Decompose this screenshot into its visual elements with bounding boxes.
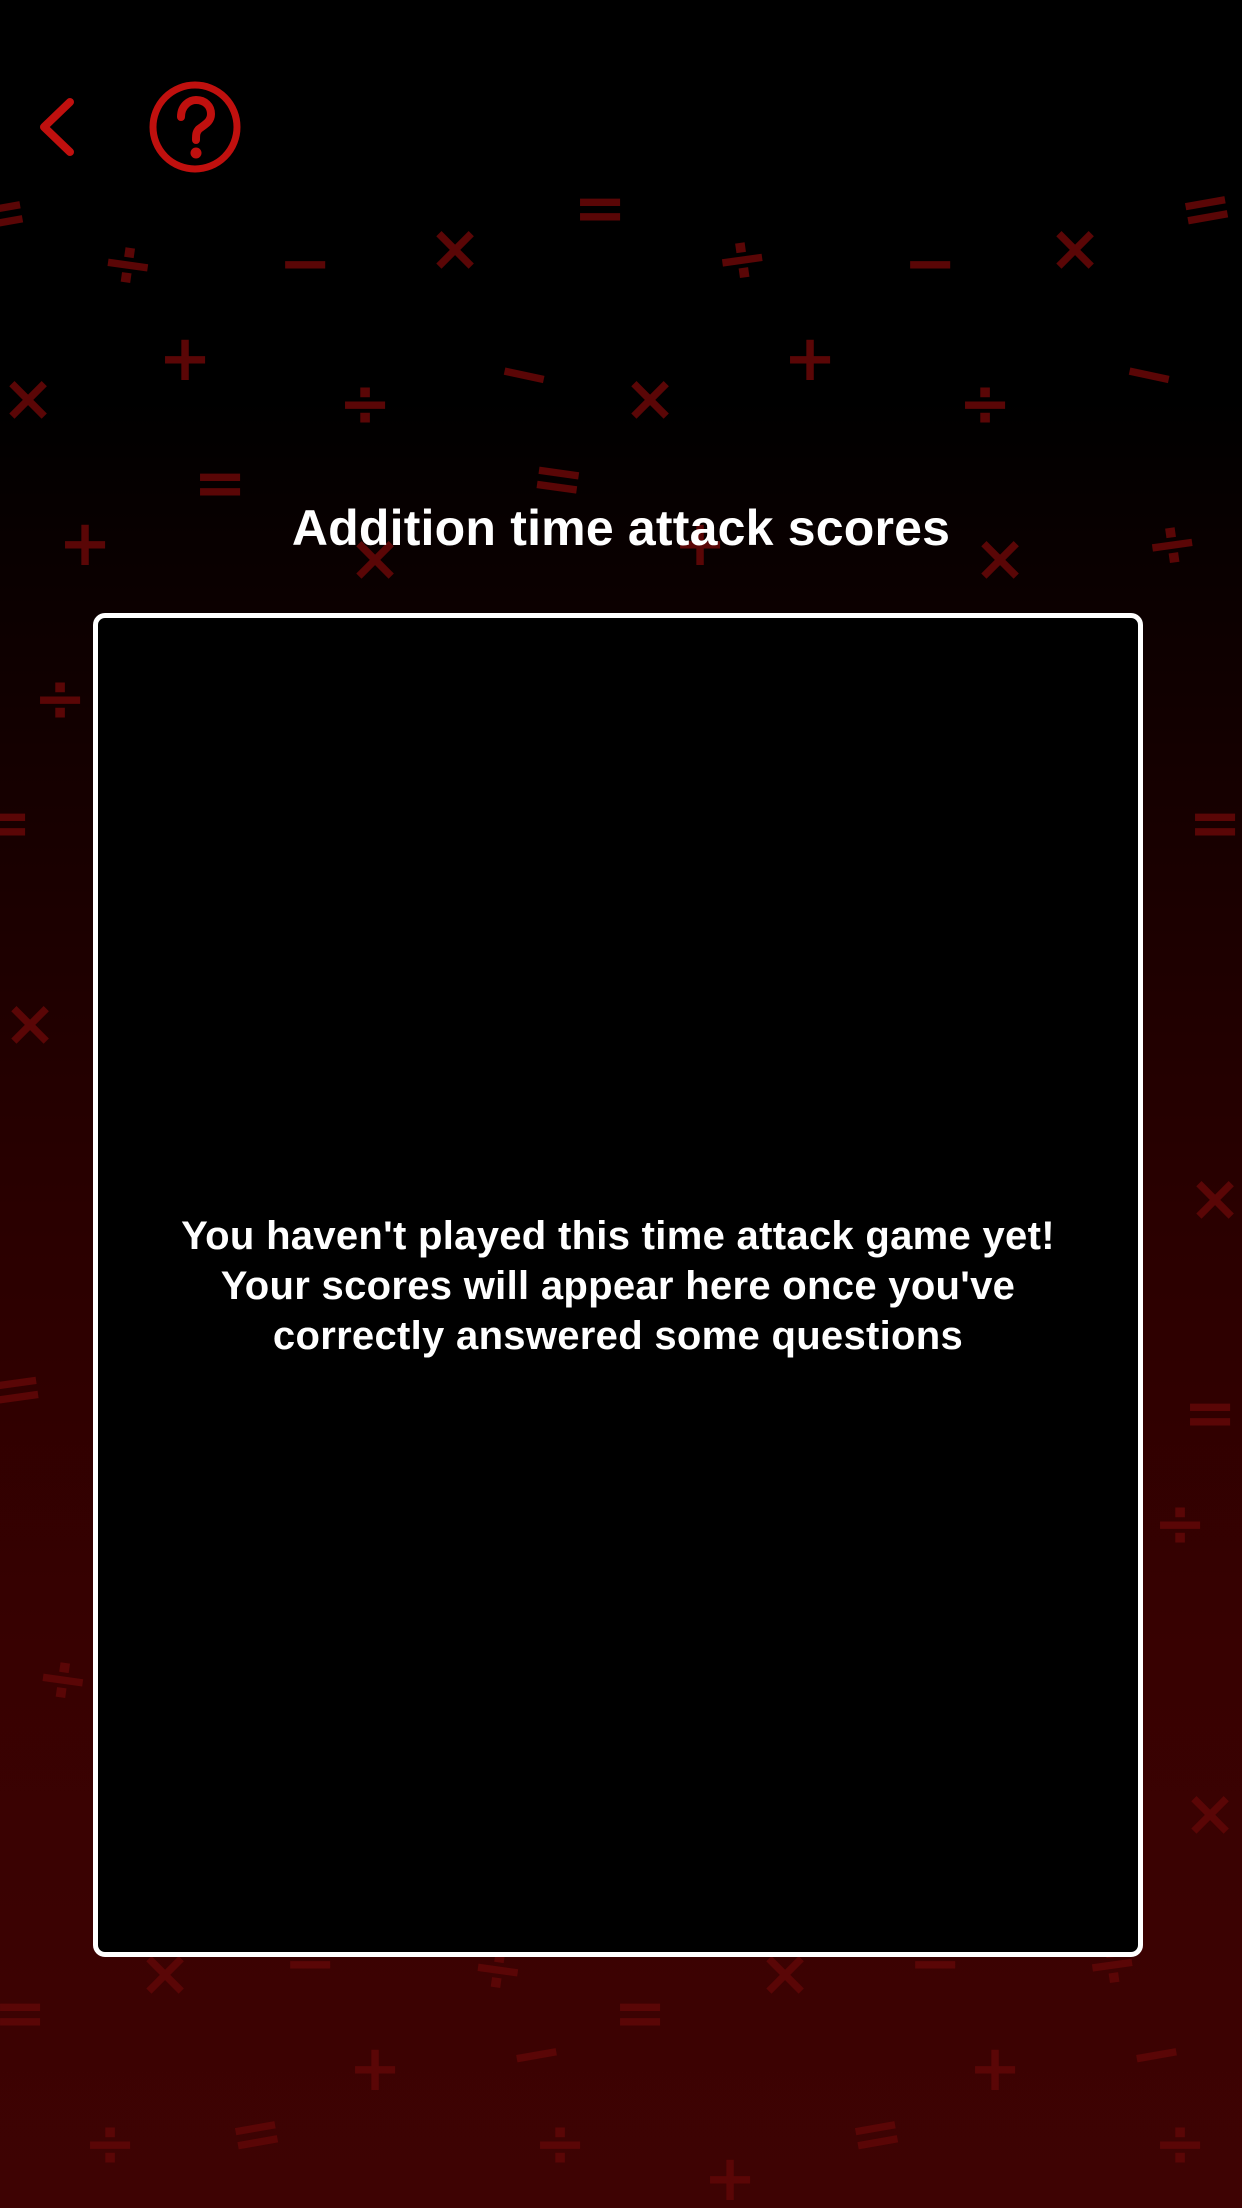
math-symbol: − xyxy=(504,2013,570,2095)
math-symbol: = xyxy=(613,1977,667,2051)
math-symbol: × xyxy=(1048,212,1102,286)
math-symbol: = xyxy=(1183,1377,1237,1451)
math-symbol: − xyxy=(490,333,558,417)
scores-panel: You haven't played this time attack game… xyxy=(93,613,1143,1957)
math-symbol: + xyxy=(968,2032,1022,2106)
math-symbol: ÷ xyxy=(33,662,87,736)
math-symbol: − xyxy=(1115,333,1183,417)
math-symbol: ÷ xyxy=(710,219,773,300)
math-symbol: + xyxy=(348,2032,402,2106)
math-symbol: ÷ xyxy=(1153,1487,1207,1561)
question-circle-icon xyxy=(149,81,241,173)
math-symbol: − xyxy=(903,227,957,301)
math-symbol: = xyxy=(224,2093,290,2175)
math-symbol: = xyxy=(1174,168,1240,250)
math-symbol: = xyxy=(844,2093,910,2175)
help-button[interactable] xyxy=(148,80,242,174)
math-symbol: ÷ xyxy=(31,1639,94,1720)
math-symbol: + xyxy=(783,322,837,396)
math-symbol: = xyxy=(0,173,34,255)
math-symbol: = xyxy=(0,1977,47,2051)
empty-scores-message: You haven't played this time attack game… xyxy=(181,1214,1055,1358)
math-symbol: × xyxy=(428,212,482,286)
math-symbol: = xyxy=(1188,787,1242,861)
math-symbol: − xyxy=(278,227,332,301)
math-symbol: ÷ xyxy=(83,2107,137,2181)
math-symbol: ÷ xyxy=(958,367,1012,441)
chevron-left-icon xyxy=(40,98,74,156)
math-symbol: ÷ xyxy=(1153,2107,1207,2181)
math-symbol: × xyxy=(1188,1162,1242,1236)
math-symbol: ÷ xyxy=(96,224,159,305)
math-symbol: × xyxy=(623,362,677,436)
back-button[interactable] xyxy=(22,82,92,172)
math-symbol: ÷ xyxy=(338,367,392,441)
math-symbol: = xyxy=(573,172,627,246)
math-symbol: ÷ xyxy=(533,2107,587,2181)
math-symbol: − xyxy=(1124,2013,1190,2095)
math-symbol: × xyxy=(1183,1777,1237,1851)
page-title: Addition time attack scores xyxy=(291,500,951,556)
math-symbol: × xyxy=(3,987,57,1061)
math-symbol: × xyxy=(1,362,55,436)
math-symbol: = xyxy=(0,787,32,861)
time-attack-scores-screen: = ÷ − × = ÷ − × = + − + − × ÷ × ÷ = + = + × × ÷ ÷ = = × × = ÷ ÷ × = × − ÷ × − ÷… xyxy=(0,0,1242,2208)
math-symbol: + xyxy=(703,2142,757,2208)
math-symbol: + xyxy=(158,322,212,396)
math-symbol: = xyxy=(0,1349,49,1430)
